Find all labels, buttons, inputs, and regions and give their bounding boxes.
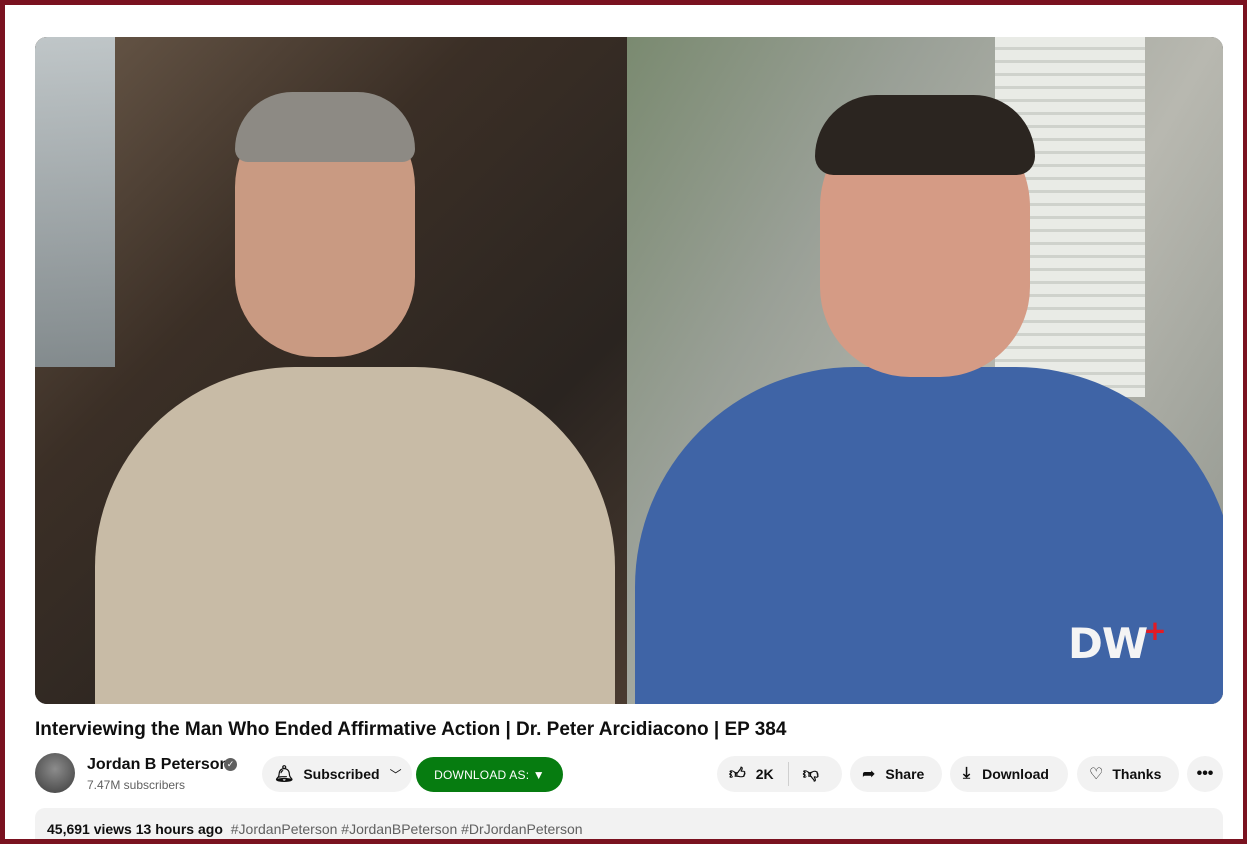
subscribed-label: Subscribed <box>303 766 380 782</box>
description-box[interactable]: 45,691 views 13 hours ago #JordanPeterso… <box>35 808 1223 844</box>
subscriber-count: 7.47M subscribers <box>87 778 186 792</box>
dw-plus-logo: DW+ <box>1068 614 1170 668</box>
more-actions-button[interactable]: ••• <box>1187 756 1223 792</box>
download-as-button[interactable]: DOWNLOAD AS: ▼ <box>416 757 563 792</box>
heart-dollar-icon: ♡ <box>1089 766 1104 783</box>
download-label: Download <box>982 766 1049 782</box>
thumbs-up-icon[interactable]: 👍︎ <box>729 765 746 784</box>
dw-logo-plus: + <box>1143 614 1166 647</box>
background-window-left <box>35 37 115 367</box>
like-count[interactable]: 2K <box>756 766 774 782</box>
bell-icon: 🔔︎ <box>274 766 295 783</box>
dw-logo-text: DW <box>1068 619 1148 668</box>
channel-avatar[interactable] <box>35 753 75 793</box>
video-title: Interviewing the Man Who Ended Affirmati… <box>35 719 787 740</box>
like-dislike-group: 👍︎ 2K 👎︎ <box>717 756 842 792</box>
chevron-down-icon: ﹀ <box>389 767 402 782</box>
video-player[interactable]: DW+ <box>35 37 1223 704</box>
download-icon: ⤓ <box>963 765 971 782</box>
share-arrow-icon: ➦ <box>862 766 876 783</box>
share-label: Share <box>885 766 925 782</box>
hashtags[interactable]: #JordanPeterson #JordanBPeterson #DrJord… <box>231 821 583 837</box>
thanks-button[interactable]: ♡ Thanks <box>1077 756 1179 792</box>
verified-badge-icon: ✓ <box>224 758 237 771</box>
download-button[interactable]: ⤓ Download <box>950 756 1068 792</box>
subscribed-button[interactable]: 🔔︎ Subscribed ﹀ <box>262 756 412 792</box>
channel-name[interactable]: Jordan B Peterson <box>87 756 229 774</box>
host-figure <box>95 367 615 704</box>
share-button[interactable]: ➦ Share <box>850 756 942 792</box>
host-hair <box>235 92 415 162</box>
guest-hair <box>815 95 1035 175</box>
view-stats: 45,691 views 13 hours ago <box>47 821 223 837</box>
thumbs-down-icon[interactable]: 👎︎ <box>803 765 819 784</box>
thanks-label: Thanks <box>1112 766 1162 782</box>
like-divider <box>787 762 789 786</box>
